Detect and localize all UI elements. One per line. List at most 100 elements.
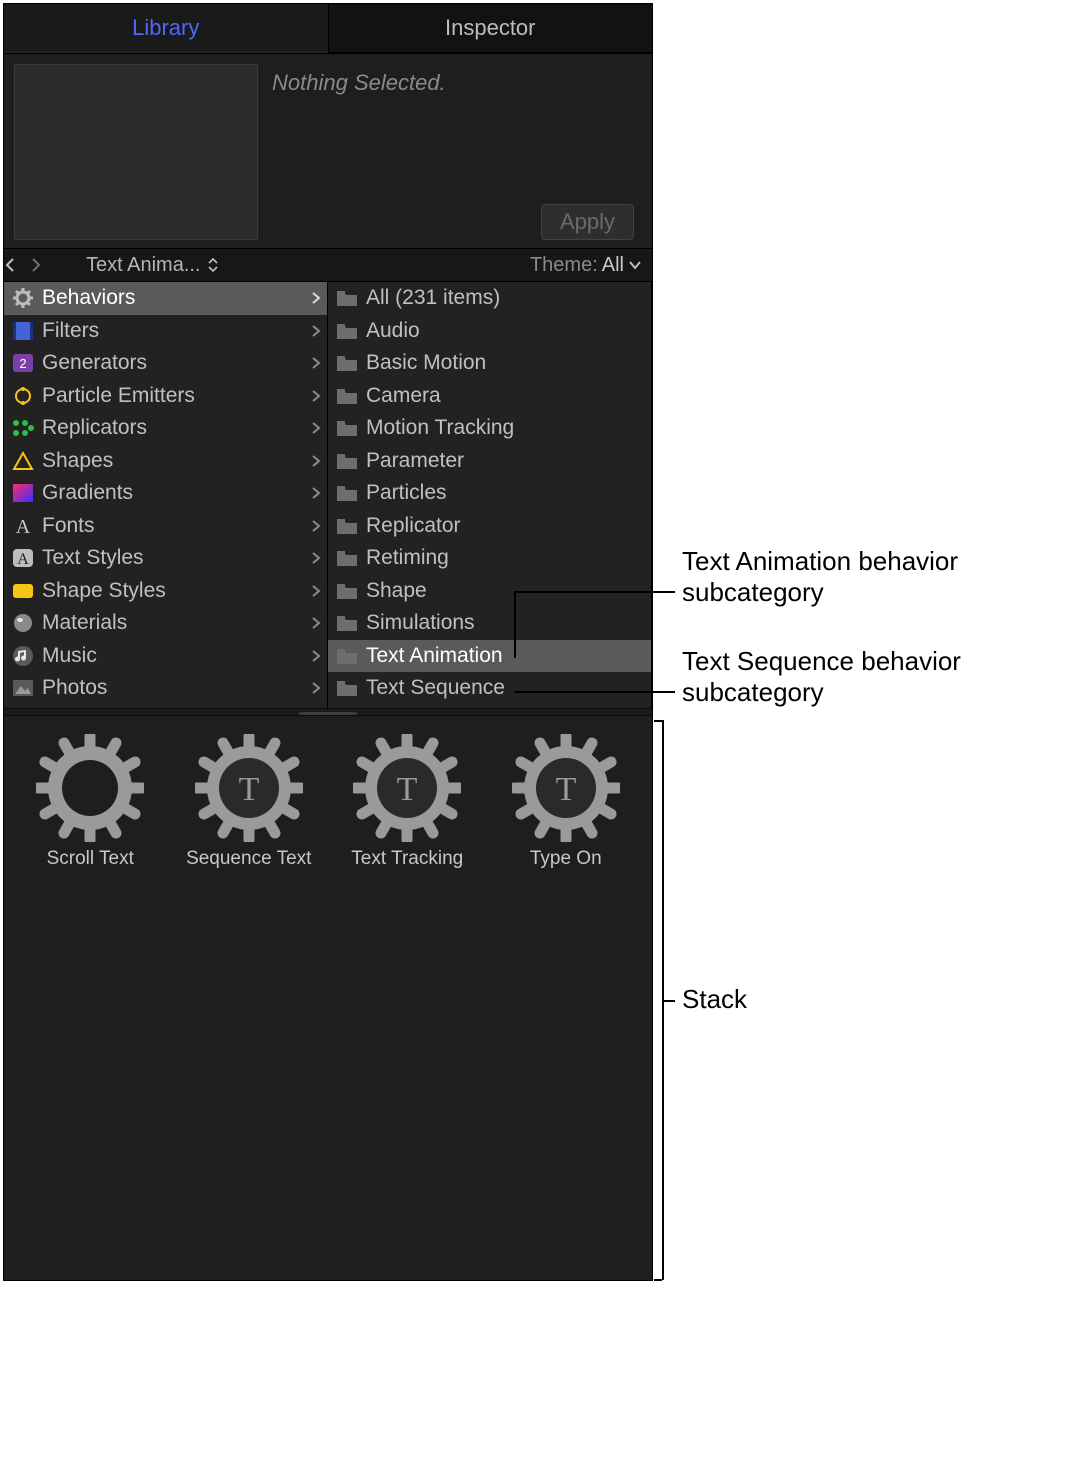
- category-row-photos[interactable]: Photos: [4, 672, 327, 705]
- fontA-icon: A: [10, 514, 36, 538]
- stack-item-type-on[interactable]: T Type On: [488, 734, 645, 870]
- stack-item-scroll-text[interactable]: Scroll Text: [12, 734, 169, 870]
- tab-inspector[interactable]: Inspector: [328, 4, 653, 53]
- category-row-replicators[interactable]: Replicators: [4, 412, 327, 445]
- theme-chevron-icon[interactable]: [628, 260, 642, 270]
- subcategory-row-retiming[interactable]: Retiming: [328, 542, 651, 575]
- chevron-right-icon: [311, 519, 321, 533]
- subcategory-label: Text Animation: [366, 644, 645, 668]
- callout-line: [514, 691, 675, 693]
- subcategory-row-camera[interactable]: Camera: [328, 380, 651, 413]
- mat-icon: [10, 611, 36, 635]
- subcategory-label: Basic Motion: [366, 351, 645, 375]
- subcategory-label: Retiming: [366, 546, 645, 570]
- callout-text-animation: Text Animation behavior subcategory: [682, 546, 1032, 608]
- emit-icon: [10, 384, 36, 408]
- category-row-materials[interactable]: Materials: [4, 607, 327, 640]
- textA-icon: A: [10, 546, 36, 570]
- subcategory-row-audio[interactable]: Audio: [328, 315, 651, 348]
- category-row-shapes[interactable]: Shapes: [4, 445, 327, 478]
- category-row-filters[interactable]: Filters: [4, 315, 327, 348]
- category-row-generators[interactable]: 2 Generators: [4, 347, 327, 380]
- grad-icon: [10, 481, 36, 505]
- chevron-right-icon: [311, 291, 321, 305]
- panel-tabs: Library Inspector: [4, 4, 652, 54]
- stack-item-text-tracking[interactable]: T Text Tracking: [329, 734, 486, 870]
- callout-stack: Stack: [682, 984, 747, 1015]
- callout-text-sequence: Text Sequence behavior subcategory: [682, 646, 1032, 708]
- breadcrumb-bar: Text Anima... Theme: All: [4, 248, 652, 282]
- folder-icon: [334, 449, 360, 473]
- subcategory-row-parameter[interactable]: Parameter: [328, 445, 651, 478]
- folder-icon: [334, 286, 360, 310]
- subcategory-label: Text Sequence: [366, 676, 645, 700]
- chevron-right-icon: [311, 454, 321, 468]
- category-row-music[interactable]: Music: [4, 640, 327, 673]
- subcategory-row-motion-tracking[interactable]: Motion Tracking: [328, 412, 651, 445]
- callout-line: [662, 1000, 675, 1002]
- folder-icon: [334, 351, 360, 375]
- nav-forward-button[interactable]: [30, 257, 56, 273]
- svg-text:T: T: [555, 771, 576, 808]
- subcategory-row-simulations[interactable]: Simulations: [328, 607, 651, 640]
- category-column: Behaviors Filters 2 Generators Particle …: [4, 282, 328, 708]
- gear-icon: [10, 286, 36, 310]
- theme-value[interactable]: All: [602, 254, 624, 277]
- folder-icon: [334, 644, 360, 668]
- gen-icon: 2: [10, 351, 36, 375]
- category-row-gradients[interactable]: Gradients: [4, 477, 327, 510]
- subcategory-row-all-231-items-[interactable]: All (231 items): [328, 282, 651, 315]
- subcategory-row-basic-motion[interactable]: Basic Motion: [328, 347, 651, 380]
- preview-thumbnail: [14, 64, 258, 240]
- breadcrumb-stepper-icon[interactable]: [207, 257, 219, 273]
- folder-icon: [334, 514, 360, 538]
- category-row-behaviors[interactable]: Behaviors: [4, 282, 327, 315]
- subcategory-label: Replicator: [366, 514, 645, 538]
- gear-icon: T: [353, 734, 461, 842]
- svg-text:A: A: [17, 551, 29, 568]
- column-browser: Behaviors Filters 2 Generators Particle …: [4, 282, 652, 708]
- category-label: Generators: [42, 351, 311, 375]
- stack-item-sequence-text[interactable]: T Sequence Text: [171, 734, 328, 870]
- subcategory-label: Particles: [366, 481, 645, 505]
- chevron-right-icon: [311, 551, 321, 565]
- subcategory-label: All (231 items): [366, 286, 645, 310]
- subcategory-label: Camera: [366, 384, 645, 408]
- apply-button[interactable]: Apply: [541, 204, 634, 240]
- subcategory-label: Motion Tracking: [366, 416, 645, 440]
- category-row-shape-styles[interactable]: Shape Styles: [4, 575, 327, 608]
- stack-item-label: Text Tracking: [351, 848, 463, 870]
- nav-back-button[interactable]: [4, 257, 30, 273]
- subcategory-row-text-sequence[interactable]: Text Sequence: [328, 672, 651, 705]
- subcategory-column: All (231 items) Audio Basic Motion Camer…: [328, 282, 652, 708]
- stack-item-label: Sequence Text: [186, 848, 311, 870]
- subcategory-row-particles[interactable]: Particles: [328, 477, 651, 510]
- gear-icon: T: [195, 734, 303, 842]
- splitter-handle[interactable]: [4, 708, 652, 716]
- folder-icon: [334, 676, 360, 700]
- svg-text:T: T: [238, 771, 259, 808]
- film-icon: [10, 319, 36, 343]
- category-label: Music: [42, 644, 311, 668]
- preview-area: Nothing Selected. Apply: [4, 54, 652, 248]
- category-row-text-styles[interactable]: A Text Styles: [4, 542, 327, 575]
- folder-icon: [334, 546, 360, 570]
- gear-icon: [36, 734, 144, 842]
- svg-text:A: A: [16, 516, 31, 537]
- chevron-right-icon: [311, 681, 321, 695]
- callout-line: [654, 1279, 662, 1281]
- breadcrumb-label[interactable]: Text Anima...: [86, 254, 201, 277]
- subcategory-row-replicator[interactable]: Replicator: [328, 510, 651, 543]
- category-row-fonts[interactable]: A Fonts: [4, 510, 327, 543]
- chevron-right-icon: [311, 421, 321, 435]
- category-label: Shapes: [42, 449, 311, 473]
- stack-grid: Scroll Text T Sequence Text T Text Track…: [4, 716, 652, 1280]
- tab-library[interactable]: Library: [4, 4, 328, 53]
- category-row-particle-emitters[interactable]: Particle Emitters: [4, 380, 327, 413]
- shapest-icon: [10, 579, 36, 603]
- subcategory-row-text-animation[interactable]: Text Animation: [328, 640, 651, 673]
- folder-icon: [334, 481, 360, 505]
- folder-icon: [334, 384, 360, 408]
- stack-item-label: Scroll Text: [47, 848, 134, 870]
- callout-line: [514, 591, 516, 658]
